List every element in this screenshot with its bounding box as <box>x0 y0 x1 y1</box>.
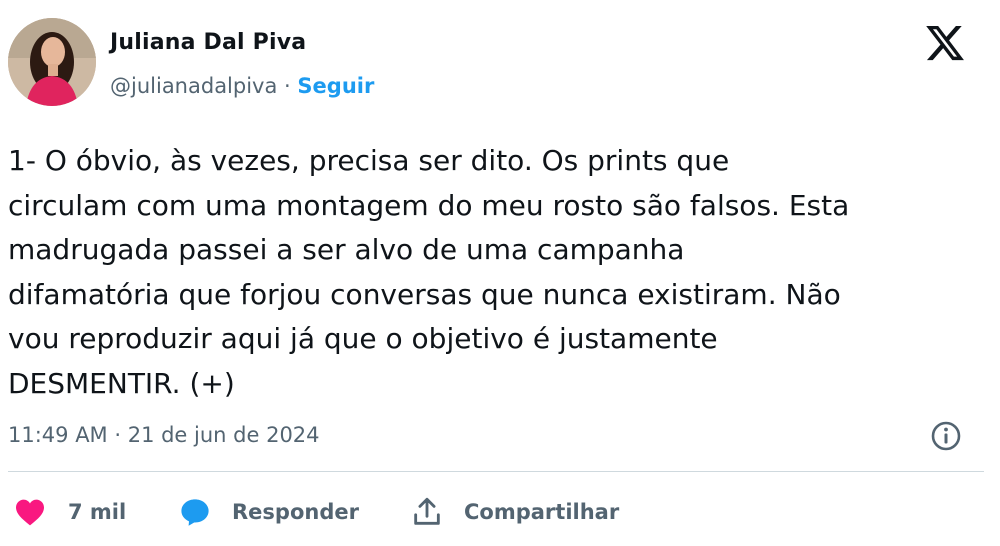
like-count: 7 mil <box>68 500 127 524</box>
tweet-text: 1- O óbvio, às vezes, precisa ser dito. … <box>8 144 850 400</box>
reply-bubble-icon <box>178 496 212 528</box>
author-handle[interactable]: @julianadalpiva <box>110 74 277 98</box>
share-icon <box>410 495 444 529</box>
reply-button[interactable]: Responder <box>178 490 359 534</box>
tweet-timestamp[interactable]: 11:49 AM · 21 de jun de 2024 <box>8 423 320 447</box>
info-icon[interactable] <box>928 418 964 454</box>
x-logo-icon[interactable] <box>924 22 966 64</box>
avatar[interactable] <box>8 18 96 106</box>
author-name[interactable]: Juliana Dal Piva <box>110 30 306 55</box>
follow-button[interactable]: Seguir <box>297 74 374 98</box>
share-button[interactable]: Compartilhar <box>410 490 619 534</box>
handle-row: @julianadalpiva · Seguir <box>110 74 374 98</box>
avatar-image <box>8 18 96 106</box>
divider <box>8 471 984 472</box>
handle-separator: · <box>284 74 291 98</box>
action-bar: 7 mil Responder Compartilhar <box>0 490 1000 534</box>
heart-icon <box>14 498 46 526</box>
reply-label: Responder <box>232 500 359 524</box>
like-button[interactable]: 7 mil <box>14 490 126 534</box>
share-label: Compartilhar <box>464 500 620 524</box>
